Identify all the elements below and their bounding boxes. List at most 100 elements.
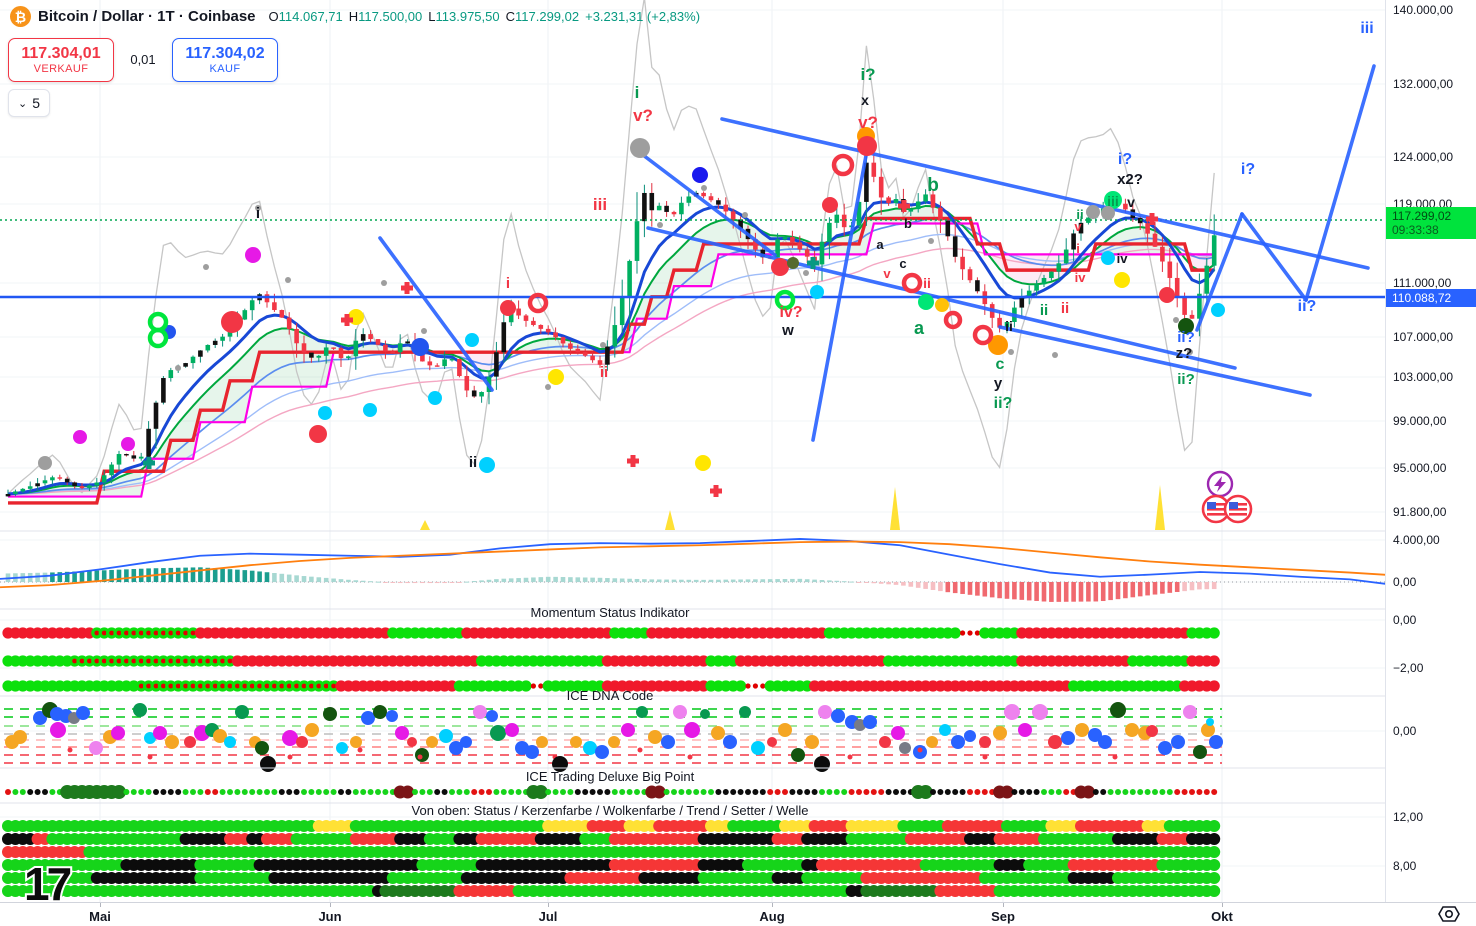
grid-lines (0, 0, 1385, 902)
svg-text:v: v (883, 266, 891, 281)
svg-text:y: y (994, 375, 1003, 392)
svg-text:ii?: ii? (1177, 371, 1195, 388)
svg-text:ii: ii (600, 364, 608, 381)
high-value: 117.500,00 (358, 9, 422, 24)
level-price-badge: 110.088,72 (1386, 289, 1476, 307)
tradingview-chart-window: iiv?iiii?xv?bbacviiiv?waiiiiiicyii?i?x2?… (0, 0, 1476, 926)
svg-text:b: b (927, 175, 939, 196)
price-axis[interactable]: 140.000,00132.000,00124.000,00119.000,00… (1385, 0, 1476, 902)
svg-text:iii: iii (593, 195, 607, 214)
price-axis-label: 103.000,00 (1393, 370, 1453, 384)
price-axis-label: 140.000,00 (1393, 3, 1453, 17)
macd-pane (0, 539, 1400, 602)
svg-text:c: c (996, 356, 1005, 373)
price-axis-label: 99.000,00 (1393, 414, 1446, 428)
svg-text:v?: v? (633, 106, 653, 125)
price-axis-label: 111.000,00 (1393, 276, 1451, 290)
bitcoin-logo-icon: ₿ (10, 6, 31, 27)
svg-text:ii: ii (1040, 302, 1048, 319)
svg-text:c: c (899, 256, 906, 271)
svg-text:ii: ii (469, 454, 477, 471)
symbol-title[interactable]: Bitcoin / Dollar · 1T · Coinbase (38, 8, 256, 25)
chevron-down-icon: ⌄ (18, 97, 27, 110)
svg-text:i?: i? (1118, 151, 1132, 168)
change-value: +3.231,31 (+2,83%) (585, 9, 700, 24)
time-axis-month-label: Aug (759, 909, 784, 924)
momentum-pane-title: Momentum Status Indikator (0, 605, 1220, 620)
price-axis-label: 91.800,00 (1393, 505, 1446, 519)
time-axis-tick (1003, 903, 1004, 907)
price-axis-label: 132.000,00 (1393, 77, 1453, 91)
momentum-dot-rows (2, 627, 1219, 691)
time-axis-month-label: Jul (539, 909, 558, 924)
scales-settings-icon[interactable] (1438, 905, 1460, 926)
svg-text:i?: i? (860, 65, 875, 84)
close-label: C (506, 9, 515, 24)
high-label: H (349, 9, 358, 24)
event-icons[interactable] (1203, 472, 1251, 522)
buy-label: KAUF (210, 63, 241, 75)
svg-text:i: i (506, 275, 510, 292)
price-axis-label: 8,00 (1393, 859, 1416, 873)
price-axis-label: 95.000,00 (1393, 461, 1446, 475)
price-axis-label: −2,00 (1393, 661, 1423, 675)
svg-text:b: b (904, 216, 912, 231)
svg-text:ii?: ii? (1177, 329, 1195, 346)
svg-text:ii: ii (1005, 318, 1013, 334)
svg-text:i: i (1076, 241, 1080, 256)
svg-text:v: v (1074, 219, 1082, 234)
dna-pane (4, 702, 1223, 772)
svg-text:x2?: x2? (1117, 171, 1143, 188)
open-label: O (269, 9, 279, 24)
sell-button[interactable]: 117.304,01 VERKAUF (8, 38, 114, 82)
svg-text:v: v (1127, 194, 1135, 210)
svg-text:ii?: ii? (994, 395, 1013, 412)
svg-text:iii: iii (1360, 20, 1373, 37)
price-axis-label: 0,00 (1393, 724, 1416, 738)
time-axis-tick (100, 903, 101, 907)
time-axis-tick (548, 903, 549, 907)
bottom-dot-rows (2, 820, 1220, 897)
svg-text:iv: iv (1075, 270, 1087, 285)
yellow-highlight-marks (420, 485, 1165, 530)
svg-text:ii: ii (923, 275, 931, 291)
bottom-pane-title: Von oben: Status / Kerzenfarbe / Wolkenf… (0, 803, 1220, 818)
trade-panel: 117.304,01 VERKAUF 117.304,02 KAUF (8, 38, 278, 82)
chart-canvas[interactable]: iiv?iiii?xv?bbacviiiv?waiiiiiicyii?i?x2?… (0, 0, 1476, 926)
candle-count-dropdown[interactable]: ⌄ 5 (8, 89, 50, 117)
time-axis-month-label: Sep (991, 909, 1015, 924)
low-label: L (428, 9, 435, 24)
price-axis-label: 0,00 (1393, 613, 1416, 627)
buy-price: 117.304,02 (185, 45, 264, 63)
bigpoint-dot-row (5, 785, 1217, 799)
symbol-header: ₿ Bitcoin / Dollar · 1T · Coinbase O114.… (10, 6, 700, 27)
svg-text:ii: ii (1061, 300, 1069, 317)
sell-price: 117.304,01 (21, 45, 100, 63)
svg-text:w: w (781, 322, 794, 339)
time-axis-month-label: Okt (1211, 909, 1233, 924)
low-value: 113.975,50 (436, 9, 500, 24)
close-value: 117.299,02 (515, 9, 579, 24)
ohlc-values: O114.067,71 H117.500,00 L113.975,50 C117… (269, 9, 701, 24)
time-axis-month-label: Jun (318, 909, 341, 924)
economic-event-flag-icon (1225, 496, 1251, 522)
time-axis-month-label: Mai (89, 909, 111, 924)
price-axis-label: 4.000,00 (1393, 533, 1440, 547)
dna-pane-title: ICE DNA Code (0, 688, 1220, 703)
time-axis[interactable]: Mai Jun Jul Aug Sep Okt (0, 902, 1476, 926)
svg-text:a: a (876, 237, 884, 252)
svg-text:v?: v? (858, 113, 878, 132)
time-axis-tick (330, 903, 331, 907)
open-value: 114.067,71 (279, 9, 343, 24)
svg-text:z?: z? (1176, 345, 1193, 362)
last-price-value: 117.299,02 (1392, 209, 1476, 223)
bigpoint-pane-title: ICE Trading Deluxe Big Point (0, 769, 1220, 784)
svg-text:ii?: ii? (1298, 298, 1317, 315)
svg-text:iii: iii (1107, 193, 1119, 209)
svg-text:x: x (861, 92, 869, 108)
sell-label: VERKAUF (34, 63, 89, 75)
bar-countdown: 09:33:38 (1392, 223, 1476, 237)
time-axis-tick (1222, 903, 1223, 907)
buy-button[interactable]: 117.304,02 KAUF (172, 38, 278, 82)
time-axis-tick (772, 903, 773, 907)
